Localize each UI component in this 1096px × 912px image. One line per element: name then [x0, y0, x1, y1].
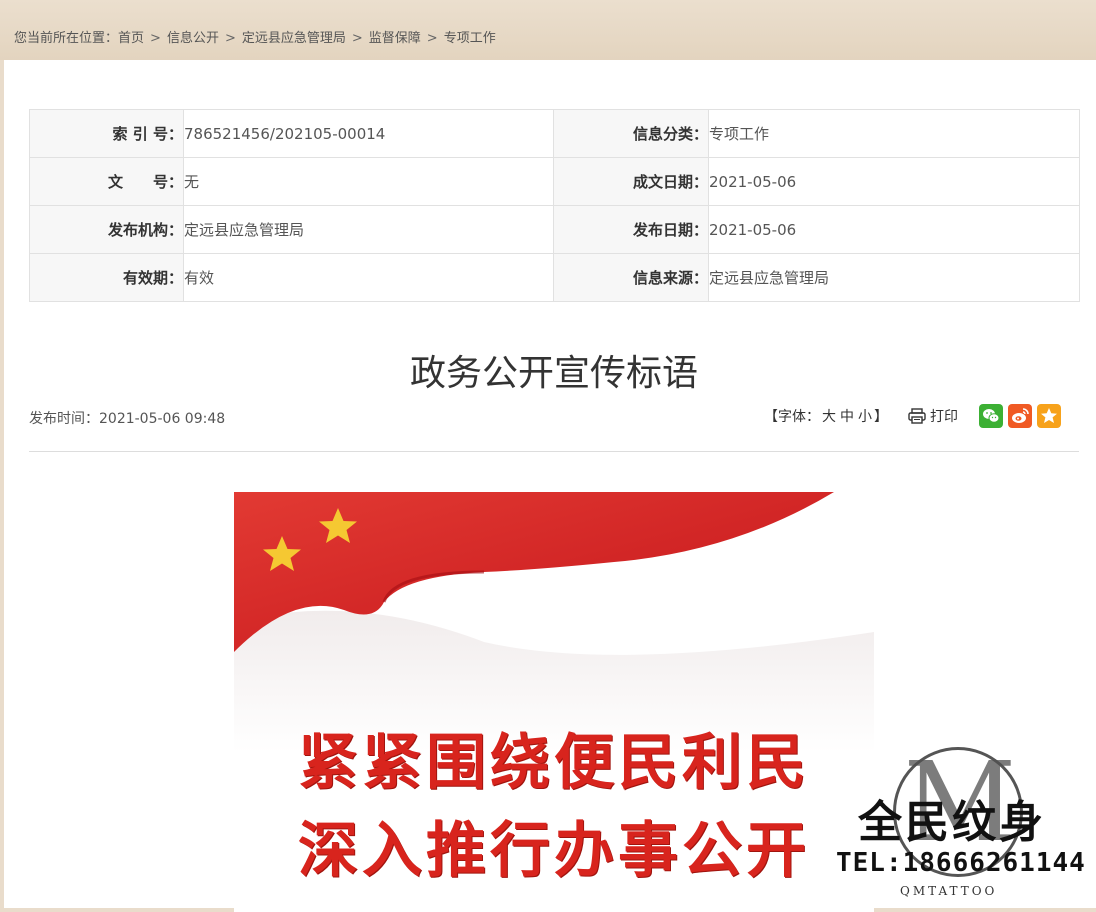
breadcrumb-info-public[interactable]: 信息公开: [167, 31, 219, 46]
written-date-label: 成文日期：: [553, 157, 709, 206]
font-size-selector: 【字体：大中小】: [764, 406, 888, 426]
publish-date-label: 发布日期：: [553, 205, 709, 254]
poster-slogan-line2: 深入推行办事公开: [298, 816, 810, 886]
divider: [29, 451, 1079, 452]
publisher-value: 定远县应急管理局: [183, 205, 554, 254]
font-size-large[interactable]: 大: [822, 409, 836, 425]
share-weibo-button[interactable]: [1008, 404, 1032, 428]
breadcrumb-separator: >: [224, 31, 236, 46]
index-number-label: 索 引 号：: [29, 109, 184, 158]
print-label: 打印: [930, 409, 958, 425]
validity-label: 有效期：: [29, 253, 184, 302]
table-row: 有效期： 有效 信息来源： 定远县应急管理局: [29, 253, 1080, 302]
share-wechat-button[interactable]: [979, 404, 1003, 428]
info-source-label: 信息来源：: [553, 253, 709, 302]
share-favorite-button[interactable]: [1037, 404, 1061, 428]
poster-image: 紧紧围绕便民利民 深入推行办事公开: [234, 492, 874, 912]
validity-value: 有效: [183, 253, 554, 302]
font-size-prefix: 【字体：: [764, 409, 820, 425]
watermark-sub: QMTATTOO: [900, 884, 998, 898]
breadcrumb-prefix: 您当前所在位置：: [14, 31, 119, 46]
font-size-suffix: 】: [874, 409, 888, 425]
info-category-value: 专项工作: [708, 109, 1080, 158]
written-date-value: 2021-05-06: [708, 157, 1080, 206]
watermark-tel: TEL:18666261144: [836, 848, 1086, 878]
breadcrumb-separator: >: [351, 31, 363, 46]
breadcrumb-special-work[interactable]: 专项工作: [444, 31, 496, 46]
table-row: 发布机构： 定远县应急管理局 发布日期： 2021-05-06: [29, 205, 1080, 254]
breadcrumb: 您当前所在位置：首页 > 信息公开 > 定远县应急管理局 > 监督保障 > 专项工作: [14, 27, 496, 46]
font-size-small[interactable]: 小: [858, 409, 872, 425]
wechat-icon: [979, 404, 1003, 428]
publish-date-value: 2021-05-06: [708, 205, 1080, 254]
star-icon: [1037, 404, 1061, 428]
breadcrumb-separator: >: [426, 31, 438, 46]
table-row: 文 号： 无 成文日期： 2021-05-06: [29, 157, 1080, 206]
breadcrumb-supervision[interactable]: 监督保障: [369, 31, 421, 46]
index-number-value: 786521456/202105-00014: [183, 109, 554, 158]
font-size-medium[interactable]: 中: [840, 409, 854, 425]
publisher-label: 发布机构：: [29, 205, 184, 254]
top-bar: 您当前所在位置：首页 > 信息公开 > 定远县应急管理局 > 监督保障 > 专项工作: [0, 0, 1096, 60]
info-meta-table: 索 引 号： 786521456/202105-00014 信息分类： 专项工作…: [29, 109, 1080, 302]
print-button[interactable]: 打印: [908, 406, 958, 426]
table-row: 索 引 号： 786521456/202105-00014 信息分类： 专项工作: [29, 109, 1080, 158]
poster-slogan-line1: 紧紧围绕便民利民: [298, 728, 810, 798]
document-number-label: 文 号：: [29, 157, 184, 206]
breadcrumb-separator: >: [150, 31, 161, 46]
watermark-name: 全民纹身: [858, 797, 1046, 848]
breadcrumb-home[interactable]: 首页: [118, 31, 144, 46]
document-number-value: 无: [183, 157, 554, 206]
publish-time: 发布时间：2021-05-06 09:48: [29, 411, 226, 427]
info-source-value: 定远县应急管理局: [708, 253, 1080, 302]
printer-icon: [908, 408, 926, 424]
breadcrumb-agency[interactable]: 定远县应急管理局: [242, 31, 346, 46]
article-tools: 【字体：大中小】 打印: [764, 406, 958, 426]
info-category-label: 信息分类：: [553, 109, 709, 158]
weibo-icon: [1008, 404, 1032, 428]
article-title: 政务公开宣传标语: [409, 353, 698, 394]
